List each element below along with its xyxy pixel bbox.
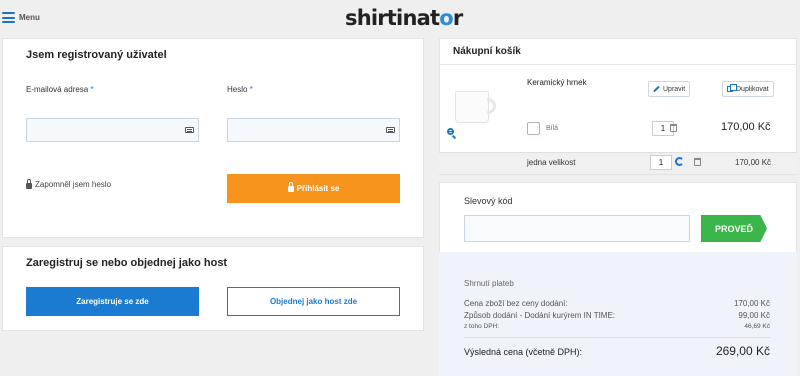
discount-code-input[interactable] xyxy=(464,215,690,242)
zoom-icon[interactable] xyxy=(447,128,457,140)
summary-row-value: 170,00 Kč xyxy=(733,299,770,308)
trash-icon[interactable] xyxy=(694,158,701,166)
size-price: 170,00 Kč xyxy=(735,158,772,167)
lock-icon xyxy=(287,181,294,192)
top-bar: Menu shirtinator xyxy=(0,0,800,38)
register-title: Zaregistruj se nebo objednej jako host xyxy=(26,257,228,269)
summary-row-value: 99,00 Kč xyxy=(738,311,770,320)
login-button-label: Přihlásit se xyxy=(296,184,340,193)
register-button[interactable]: Zaregistruje se zde xyxy=(26,287,199,316)
lock-icon xyxy=(26,179,32,189)
product-thumbnail[interactable] xyxy=(455,91,489,123)
color-checkbox[interactable] xyxy=(527,122,540,135)
shirtinator-logo[interactable]: shirtinator xyxy=(345,6,463,30)
login-title: Jsem registrovaný uživatel xyxy=(26,49,167,61)
size-quantity-field[interactable]: 1 xyxy=(650,155,672,170)
keyboard-icon[interactable] xyxy=(386,127,395,133)
cart-title: Nákupní košík xyxy=(453,46,521,57)
menu-label: Menu xyxy=(19,13,40,22)
duplicate-button[interactable]: Duplikovat xyxy=(722,81,774,97)
forgot-password-link[interactable]: Zapomněl jsem heslo xyxy=(26,179,112,189)
divider xyxy=(439,64,797,65)
product-name: Keramický hrnek xyxy=(527,78,587,87)
color-label: Bílá xyxy=(546,125,559,132)
email-field[interactable] xyxy=(26,118,199,142)
hamburger-icon xyxy=(2,12,15,23)
trash-icon[interactable] xyxy=(670,124,677,132)
password-label: Heslo * xyxy=(227,85,253,94)
pencil-icon xyxy=(653,85,660,93)
summary-row-label: Způsob dodání - Dodání kurýrem IN TIME: xyxy=(464,311,616,320)
summary-row-value: 46,69 Kč xyxy=(744,323,770,330)
summary-row-label: z toho DPH: xyxy=(464,323,500,330)
summary-row-label: Cena zboží bez ceny dodání: xyxy=(464,299,568,308)
password-field[interactable] xyxy=(227,118,400,142)
login-button[interactable]: Přihlásit se xyxy=(227,174,400,203)
guest-checkout-button[interactable]: Objednej jako host zde xyxy=(227,287,400,316)
edit-label: Upravit xyxy=(663,85,686,93)
total-value: 269,00 Kč xyxy=(715,344,770,358)
edit-button[interactable]: Upravit xyxy=(648,81,691,97)
email-label: E-mailová adresa * xyxy=(26,85,94,94)
divider xyxy=(464,337,770,338)
size-label: jedna velikost xyxy=(527,158,576,167)
keyboard-icon[interactable] xyxy=(185,127,194,133)
duplicate-label: Duplikovat xyxy=(736,85,769,93)
duplicate-icon xyxy=(727,84,737,92)
total-label: Výsledná cena (včetně DPH): xyxy=(464,347,583,357)
item-price: 170,00 Kč xyxy=(721,121,771,133)
discount-label: Slevový kód xyxy=(464,196,513,206)
menu-button[interactable]: Menu xyxy=(2,12,40,23)
refresh-icon[interactable] xyxy=(675,157,684,166)
summary-title: Shrnutí plateb xyxy=(464,279,514,288)
forgot-password-label: Zapomněl jsem heslo xyxy=(35,180,112,189)
apply-discount-button[interactable]: PROVEĎ xyxy=(701,215,767,242)
